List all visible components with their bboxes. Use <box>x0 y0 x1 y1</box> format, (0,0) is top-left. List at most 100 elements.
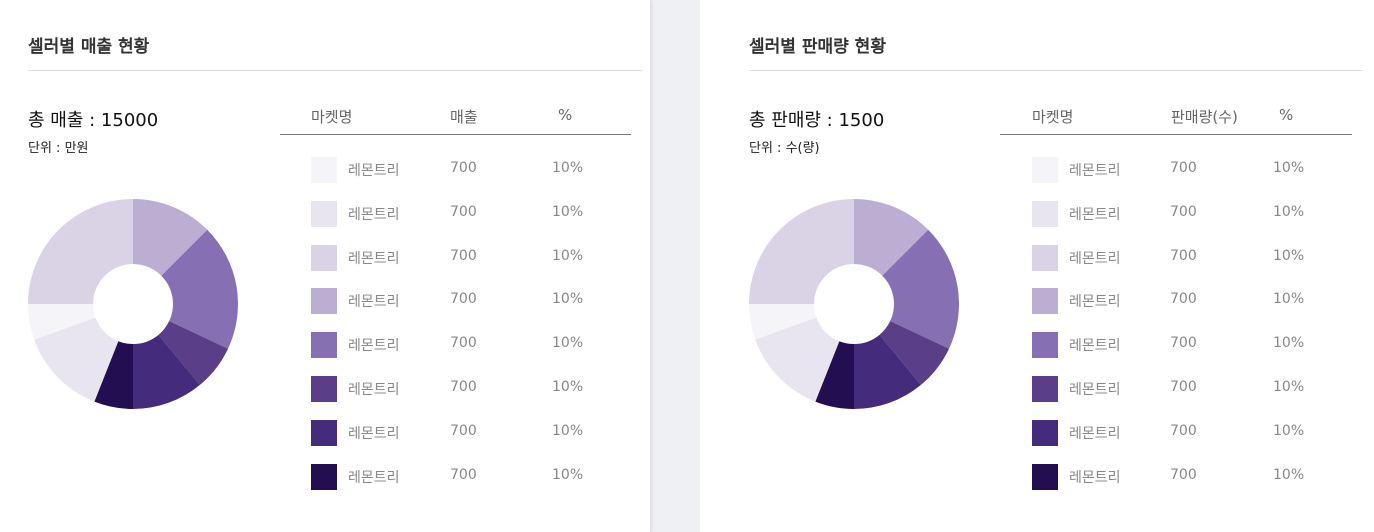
panel-title: 셀러별 매출 현황 <box>28 37 150 57</box>
percent-value: 10% <box>552 422 584 439</box>
table-row: 레몬트리 700 10% <box>311 413 631 457</box>
market-name: 레몬트리 <box>348 469 400 486</box>
percent-value: 10% <box>1273 203 1305 220</box>
color-swatch <box>1032 288 1058 315</box>
title-divider <box>28 70 642 71</box>
donut-slice-7 <box>749 199 854 304</box>
percent-value: 10% <box>1273 466 1305 483</box>
table-row: 레몬트리 700 10% <box>311 150 631 194</box>
quantity-value: 700 <box>1170 335 1197 352</box>
table-row: 레몬트리 700 10% <box>311 369 631 413</box>
table-row: 레몬트리 700 10% <box>311 457 631 501</box>
color-swatch <box>1032 419 1058 446</box>
sales-panel: 셀러별 매출 현황 총 매출 : 15000 단위 : 만원 마켓명 매출 % … <box>0 0 650 532</box>
quantity-donut-chart <box>749 199 959 409</box>
market-name: 레몬트리 <box>348 338 400 355</box>
quantity-value: 700 <box>1170 203 1197 220</box>
color-swatch <box>311 200 337 227</box>
market-name: 레몬트리 <box>348 294 400 311</box>
table-row: 레몬트리 700 10% <box>1032 369 1352 413</box>
title-divider <box>749 70 1363 71</box>
market-name: 레몬트리 <box>348 425 400 442</box>
percent-value: 10% <box>1273 422 1305 439</box>
market-name: 레몬트리 <box>1069 381 1121 398</box>
color-swatch <box>311 288 337 315</box>
quantity-value: 700 <box>1170 247 1197 264</box>
table-row: 레몬트리 700 10% <box>311 194 631 238</box>
color-swatch <box>311 419 337 446</box>
market-name: 레몬트리 <box>348 250 400 267</box>
table-row: 레몬트리 700 10% <box>311 281 631 325</box>
market-name: 레몬트리 <box>1069 469 1121 486</box>
table-row: 레몬트리 700 10% <box>311 238 631 282</box>
panel-title: 셀러별 판매량 현황 <box>749 37 886 57</box>
quantity-value: 700 <box>1170 422 1197 439</box>
color-swatch <box>311 463 337 490</box>
donut-slice-7 <box>28 199 133 304</box>
sales-value: 700 <box>450 422 477 439</box>
color-swatch <box>311 375 337 402</box>
market-name: 레몬트리 <box>1069 206 1121 223</box>
color-swatch <box>1032 200 1058 227</box>
sales-donut-chart <box>28 199 238 409</box>
percent-value: 10% <box>1273 378 1305 395</box>
market-name: 레몬트리 <box>1069 294 1121 311</box>
table-row: 레몬트리 700 10% <box>1032 325 1352 369</box>
quantity-value: 700 <box>1170 466 1197 483</box>
sales-value: 700 <box>450 247 477 264</box>
color-swatch <box>1032 332 1058 359</box>
column-header-percent: % <box>558 106 573 124</box>
sales-value: 700 <box>450 378 477 395</box>
table-header: 마켓명 판매량(수) % <box>1000 104 1352 135</box>
sales-value: 700 <box>450 160 477 176</box>
sales-value: 700 <box>450 291 477 308</box>
table-row: 레몬트리 700 10% <box>1032 238 1352 282</box>
percent-value: 10% <box>552 335 584 352</box>
color-swatch <box>1032 463 1058 490</box>
total-label: 총 판매량 : 1500 <box>749 110 885 131</box>
seller-list: 레몬트리 700 10% 레몬트리 700 10% 레몬트리 700 10% 레… <box>1032 150 1352 500</box>
color-swatch <box>311 157 337 183</box>
quantity-value: 700 <box>1170 160 1197 176</box>
color-swatch <box>311 244 337 271</box>
market-name: 레몬트리 <box>1069 338 1121 355</box>
column-header-sales: 매출 <box>450 108 478 126</box>
dashboard-page: 셀러별 매출 현황 총 매출 : 15000 단위 : 만원 마켓명 매출 % … <box>0 0 1374 532</box>
quantity-value: 700 <box>1170 378 1197 395</box>
percent-value: 10% <box>1273 291 1305 308</box>
percent-value: 10% <box>1273 160 1305 176</box>
market-name: 레몬트리 <box>1069 163 1121 179</box>
market-name: 레몬트리 <box>1069 425 1121 442</box>
column-header-market: 마켓명 <box>1032 108 1074 126</box>
column-header-quantity: 판매량(수) <box>1171 108 1238 126</box>
table-row: 레몬트리 700 10% <box>1032 457 1352 501</box>
market-name: 레몬트리 <box>348 381 400 398</box>
color-swatch <box>1032 157 1058 183</box>
quantity-panel: 셀러별 판매량 현황 총 판매량 : 1500 단위 : 수(량) 마켓명 판매… <box>700 0 1374 532</box>
table-header: 마켓명 매출 % <box>280 104 631 135</box>
market-name: 레몬트리 <box>348 163 400 179</box>
percent-value: 10% <box>552 378 584 395</box>
sales-value: 700 <box>450 335 477 352</box>
table-row: 레몬트리 700 10% <box>1032 281 1352 325</box>
color-swatch <box>311 332 337 359</box>
market-name: 레몬트리 <box>1069 250 1121 267</box>
column-header-percent: % <box>1279 106 1294 124</box>
color-swatch <box>1032 375 1058 402</box>
percent-value: 10% <box>1273 247 1305 264</box>
percent-value: 10% <box>1273 335 1305 352</box>
percent-value: 10% <box>552 247 584 264</box>
table-row: 레몬트리 700 10% <box>311 325 631 369</box>
percent-value: 10% <box>552 203 584 220</box>
percent-value: 10% <box>552 160 584 176</box>
percent-value: 10% <box>552 291 584 308</box>
column-header-market: 마켓명 <box>311 108 353 126</box>
table-row: 레몬트리 700 10% <box>1032 413 1352 457</box>
color-swatch <box>1032 244 1058 271</box>
table-row: 레몬트리 700 10% <box>1032 194 1352 238</box>
total-label: 총 매출 : 15000 <box>28 110 159 131</box>
seller-list: 레몬트리 700 10% 레몬트리 700 10% 레몬트리 700 10% 레… <box>311 150 631 500</box>
sales-value: 700 <box>450 203 477 220</box>
percent-value: 10% <box>552 466 584 483</box>
sales-value: 700 <box>450 466 477 483</box>
